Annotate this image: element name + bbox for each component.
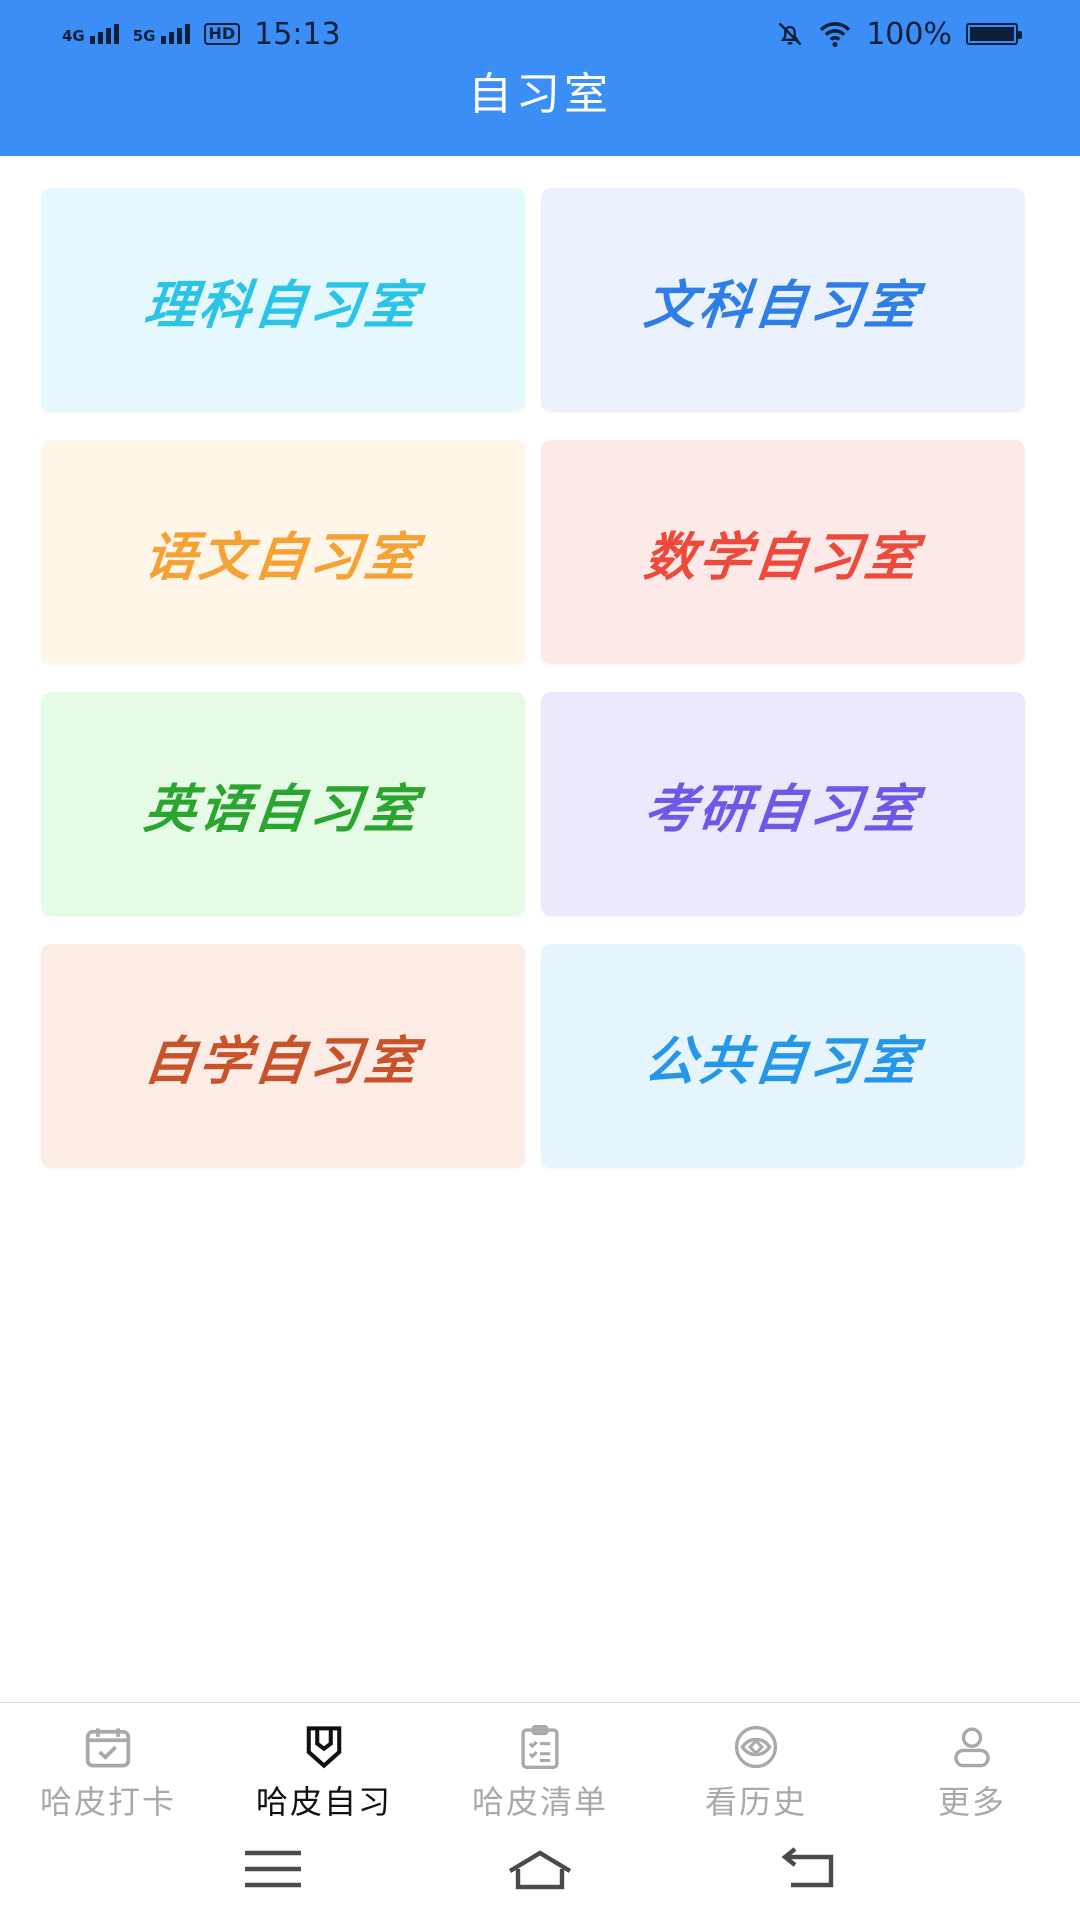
room-label: 自学自习室 <box>141 1031 424 1092</box>
room-card-math[interactable]: 数学自习室 <box>541 440 1025 664</box>
tab-checklist[interactable]: 哈皮清单 <box>432 1703 648 1823</box>
app-header: 4G 5G HD 15:13 100% 自习室 <box>0 0 1080 156</box>
room-grid: 理科自习室 文科自习室 语文自习室 数学自习室 英语自习室 考研自习室 自学自习… <box>41 188 1025 1168</box>
tab-label: 更多 <box>937 1783 1006 1821</box>
room-card-self-study[interactable]: 自学自习室 <box>41 944 525 1168</box>
tab-study[interactable]: 哈皮自习 <box>216 1703 432 1823</box>
wifi-icon <box>819 22 851 48</box>
system-nav-bar <box>0 1830 1080 1908</box>
room-card-science[interactable]: 理科自习室 <box>41 188 525 412</box>
tab-history[interactable]: 看历史 <box>648 1703 864 1823</box>
room-label: 文科自习室 <box>641 275 924 336</box>
room-label: 英语自习室 <box>141 779 424 840</box>
room-card-chinese[interactable]: 语文自习室 <box>41 440 525 664</box>
home-icon[interactable] <box>504 1847 576 1891</box>
room-label: 考研自习室 <box>641 779 924 840</box>
room-label: 理科自习室 <box>141 275 424 336</box>
network-type-2: 5G <box>132 27 156 45</box>
status-time: 15:13 <box>254 16 341 52</box>
battery-percent: 100% <box>866 16 952 52</box>
bottom-tab-bar: 哈皮打卡 哈皮自习 哈皮清单 看历史 更多 <box>0 1703 1080 1823</box>
tab-label: 哈皮清单 <box>471 1783 608 1821</box>
room-label: 数学自习室 <box>641 527 924 588</box>
hd-badge: HD <box>203 23 241 45</box>
room-card-liberal-arts[interactable]: 文科自习室 <box>541 188 1025 412</box>
room-card-postgrad[interactable]: 考研自习室 <box>541 692 1025 916</box>
tab-label: 看历史 <box>704 1783 807 1821</box>
network-type-1: 4G <box>62 27 85 45</box>
shield-book-icon <box>306 1726 342 1769</box>
room-card-english[interactable]: 英语自习室 <box>41 692 525 916</box>
signal-4g-icon: 4G <box>62 24 119 44</box>
tab-more[interactable]: 更多 <box>864 1703 1080 1823</box>
user-icon <box>954 1727 990 1768</box>
page-title: 自习室 <box>468 69 612 120</box>
menu-icon[interactable] <box>237 1847 309 1891</box>
calendar-check-icon <box>85 1728 131 1768</box>
tab-label: 哈皮自习 <box>255 1783 392 1821</box>
room-label: 公共自习室 <box>641 1031 924 1092</box>
signal-5g-icon: 5G <box>133 24 190 44</box>
room-label: 语文自习室 <box>141 527 424 588</box>
status-left: 4G 5G HD 15:13 <box>62 17 341 52</box>
eye-icon <box>734 1725 778 1769</box>
bell-off-icon <box>778 22 802 46</box>
battery-icon <box>966 23 1022 45</box>
clipboard-list-icon <box>521 1725 559 1769</box>
back-icon[interactable] <box>771 1847 843 1891</box>
tab-checkin[interactable]: 哈皮打卡 <box>0 1703 216 1823</box>
room-card-public[interactable]: 公共自习室 <box>541 944 1025 1168</box>
status-right: 100% <box>776 16 1022 52</box>
tab-label: 哈皮打卡 <box>39 1783 176 1821</box>
